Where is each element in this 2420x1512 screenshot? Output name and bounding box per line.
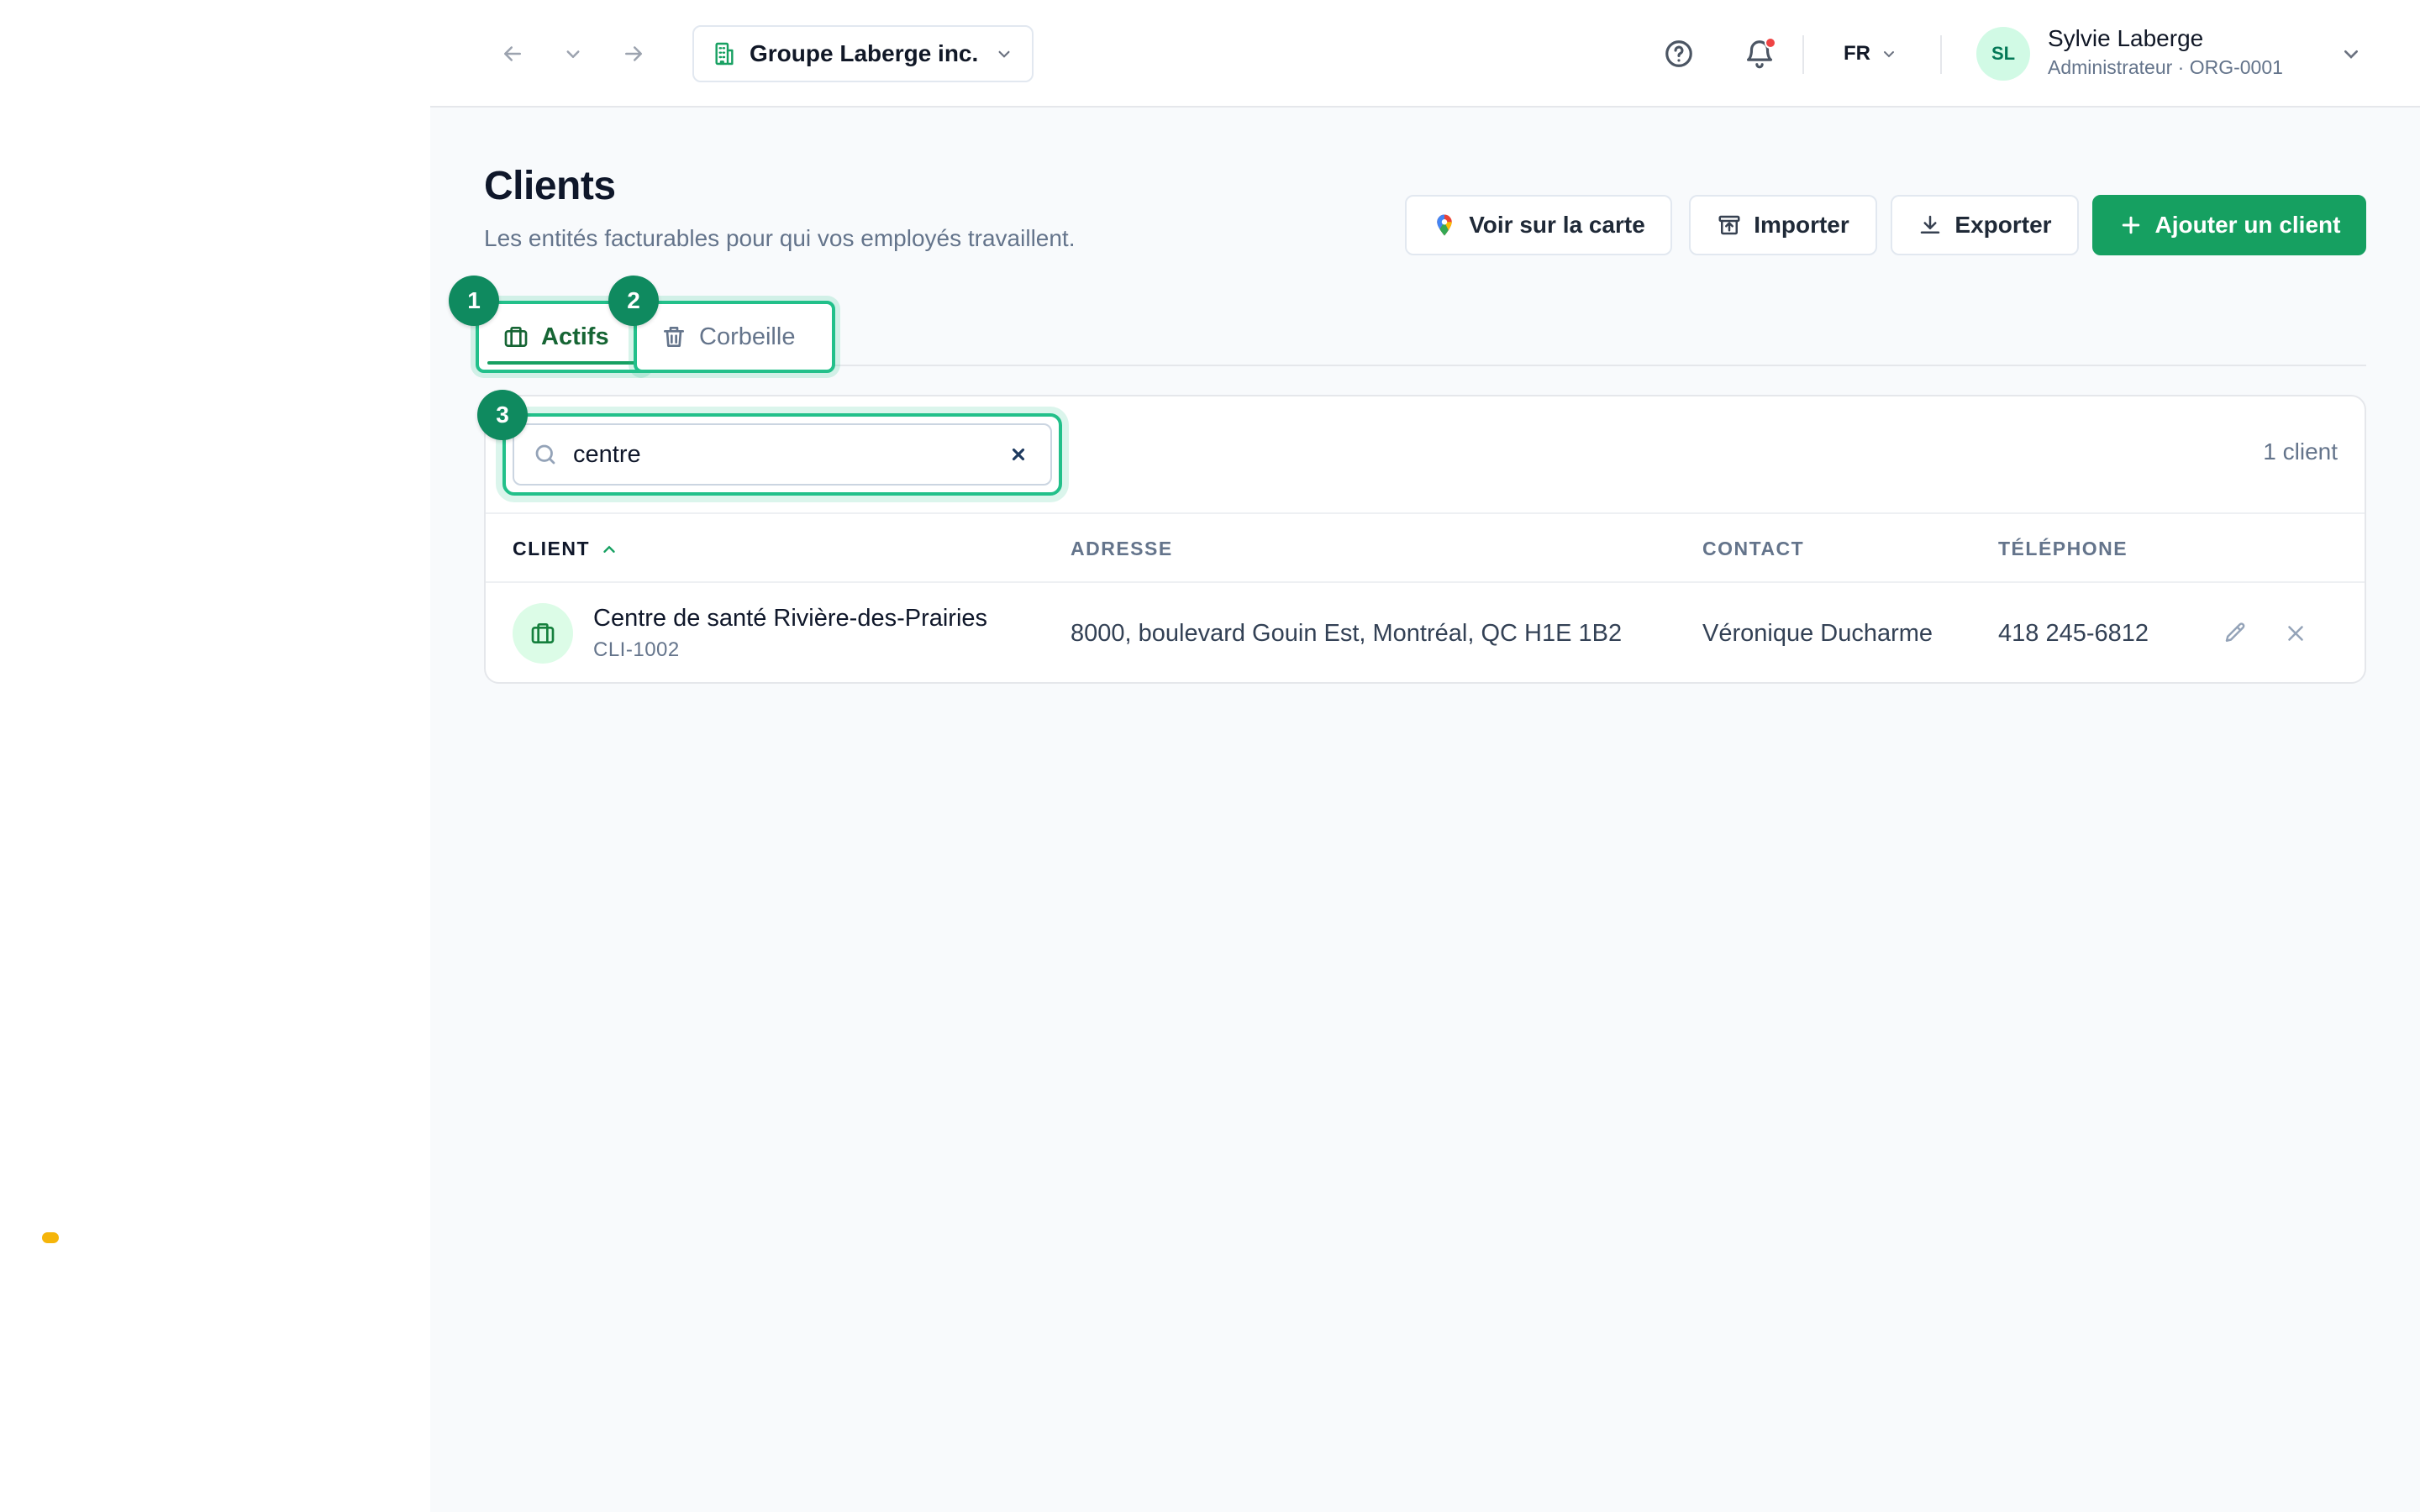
forward-button[interactable] [613,34,654,74]
search-highlight [502,413,1062,496]
client-contact: Véronique Ducharme [1702,620,1933,647]
column-header-client[interactable]: CLIENT [513,538,618,560]
plus-icon [2122,216,2139,234]
notifications-button[interactable] [1738,32,1781,76]
add-client-button[interactable]: Ajouter un client [2092,195,2366,255]
search-icon [535,444,555,465]
notification-badge [1765,37,1776,49]
delete-button[interactable] [2279,617,2312,650]
arrow-right-icon [625,46,642,61]
export-label: Exporter [1954,212,2052,238]
user-name: Sylvie Laberge [2048,25,2204,51]
status-indicator [42,1232,59,1243]
search-field[interactable] [513,423,1052,486]
organization-name: Groupe Laberge inc. [750,40,979,66]
client-avatar [513,603,573,664]
export-button[interactable]: Exporter [1891,195,2079,255]
annotation-marker-2: 2 [608,276,659,326]
client-code: CLI-1002 [593,638,680,661]
page-subtitle: Les entités facturables pour qui vos emp… [484,225,1076,251]
tab-corbeille[interactable]: Corbeille [634,301,835,373]
history-dropdown-button[interactable] [553,34,593,74]
divider [1940,35,1942,74]
user-menu-chevron-icon[interactable] [2338,40,2365,67]
help-button[interactable] [1657,32,1701,76]
column-header-phone[interactable]: TÉLÉPHONE [1998,538,2128,560]
chevron-down-icon [566,50,580,58]
add-client-label: Ajouter un client [2154,212,2341,238]
table-row[interactable]: Centre de santé Rivière-des-Prairies CLI… [486,583,2365,682]
view-map-label: Voir sur la carte [1469,212,1645,238]
edit-button[interactable] [2218,617,2252,650]
active-tab-indicator [487,361,637,365]
clear-search-button[interactable] [1005,441,1032,468]
column-label: CLIENT [513,538,591,559]
trash-icon [664,327,684,347]
map-pin-icon [1437,214,1452,236]
top-bar: Groupe Laberge inc. FR SL Sylvie Laberge… [430,0,2420,108]
close-icon [1012,448,1025,461]
import-label: Importer [1754,212,1849,238]
divider [1802,35,1804,74]
organization-switcher[interactable]: Groupe Laberge inc. [692,25,1034,82]
column-header-contact[interactable]: CONTACT [1702,538,1804,560]
briefcase-icon [504,327,528,347]
chevron-down-icon [998,50,1010,58]
page-title: Clients [484,164,616,208]
column-header-address[interactable]: ADRESSE [1071,538,1173,560]
arrow-left-icon [504,46,521,61]
back-button[interactable] [492,34,533,74]
table-header: CLIENT ADRESSE CONTACT TÉLÉPHONE [486,512,2365,583]
language-selector[interactable]: FR [1844,37,1899,71]
language-label: FR [1844,42,1870,65]
sidebar [0,0,430,1512]
search-input[interactable] [573,440,1005,469]
sort-ascending-icon [603,545,615,553]
main-area: Groupe Laberge inc. FR SL Sylvie Laberge… [430,0,2420,1512]
annotation-marker-3: 3 [477,390,528,440]
result-count: 1 client [2263,438,2338,465]
tab-label: Corbeille [699,323,796,350]
briefcase-icon [531,623,555,643]
client-phone: 418 245-6812 [1998,620,2149,647]
pencil-icon [2225,622,2245,642]
chevron-down-icon [1884,51,1894,58]
close-icon [2288,626,2303,641]
archive-upload-icon [1718,215,1740,235]
client-name[interactable]: Centre de santé Rivière-des-Prairies [593,605,987,633]
import-button[interactable]: Importer [1689,195,1877,255]
annotation-marker-1: 1 [449,276,499,326]
user-role: Administrateur · ORG-0001 [2048,56,2283,78]
building-icon [715,42,734,66]
help-icon [1665,40,1692,67]
avatar[interactable]: SL [1976,27,2030,81]
download-icon [1921,215,1940,234]
client-address: 8000, boulevard Gouin Est, Montréal, QC … [1071,620,1623,647]
view-map-button[interactable]: Voir sur la carte [1405,195,1672,255]
tab-label: Actifs [541,323,609,350]
